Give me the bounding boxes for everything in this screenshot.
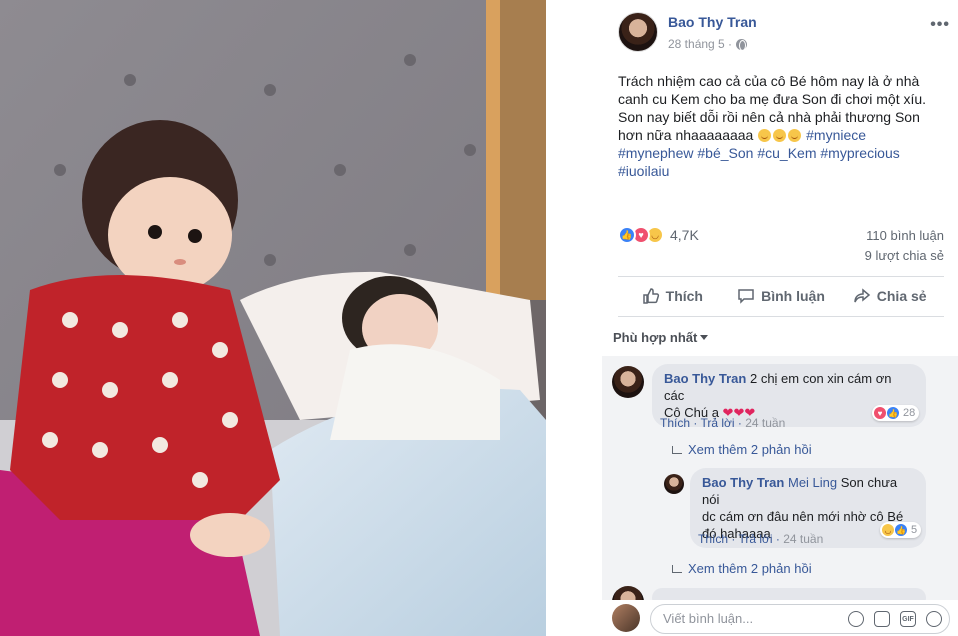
- comment-sort-dropdown[interactable]: Phù hợp nhất: [613, 330, 709, 345]
- more-icon[interactable]: •••: [930, 16, 950, 34]
- divider: [618, 316, 944, 317]
- comment-input-placeholder: Viết bình luận...: [663, 611, 754, 626]
- comments-section: Bao Thy Tran 2 chị em con xin cám ơn các…: [602, 356, 958, 618]
- like-button[interactable]: Thích: [618, 278, 727, 314]
- smile-emoji-icon: [758, 129, 772, 142]
- action-bar: Thích Bình luận Chia sẻ: [618, 278, 944, 314]
- post-text: Trách nhiệm cao cả của cô Bé hôm nay là …: [618, 72, 944, 180]
- comment-reaction-count: 5: [911, 524, 918, 536]
- sticker-icon[interactable]: [926, 611, 942, 627]
- comment-actions: Thích · Trả lời · 24 tuần: [698, 532, 824, 546]
- sort-label: Phù hợp nhất: [613, 330, 698, 345]
- comment-reply-link[interactable]: Trả lời: [738, 532, 772, 546]
- post-date[interactable]: 28 tháng 5 ·: [668, 37, 732, 51]
- more-replies-label: Xem thêm 2 phản hồi: [688, 561, 812, 576]
- divider: [618, 276, 944, 277]
- view-more-replies[interactable]: Xem thêm 2 phản hồi: [672, 561, 812, 576]
- reaction-summary[interactable]: 👍 ♥ ◡ 4,7K: [618, 226, 699, 244]
- post-sidebar: Bao Thy Tran 28 tháng 5 · ••• Trách nhiệ…: [602, 0, 958, 636]
- share-button[interactable]: Chia sẻ: [835, 278, 944, 314]
- smile-emoji-icon: [788, 129, 802, 142]
- post-text-line: canh cu Kem cho ba mẹ đưa Son đi chơi mộ…: [618, 91, 927, 107]
- comment-reply-link[interactable]: Trả lời: [700, 416, 734, 430]
- reply-arrow-icon: [672, 564, 682, 573]
- author-name[interactable]: Bao Thy Tran: [668, 14, 757, 30]
- smile-emoji-icon: [773, 129, 787, 142]
- commenter-avatar[interactable]: [612, 366, 644, 398]
- hashtag-link[interactable]: #iuoilaiu: [618, 163, 669, 179]
- post-text-line: Trách nhiệm cao cả của cô Bé hôm nay là …: [618, 73, 920, 89]
- viewer-avatar: [612, 604, 640, 632]
- post-text-line: hơn nữa nhaaaaaaaa: [618, 127, 754, 143]
- post-text-line: Son nay biết dỗi rồi nên cả nhà phải thư…: [618, 109, 920, 125]
- like-reaction-icon: 👍: [886, 406, 900, 420]
- comment-label: Bình luận: [761, 288, 825, 304]
- haha-reaction-icon: ◡: [881, 523, 895, 537]
- comment-time[interactable]: 24 tuần: [783, 532, 823, 546]
- hashtag-link[interactable]: #cu_Kem: [757, 145, 816, 161]
- comment-author[interactable]: Bao Thy Tran: [702, 475, 784, 490]
- comment-time[interactable]: 24 tuần: [745, 416, 785, 430]
- reply-arrow-icon: [672, 445, 682, 454]
- globe-icon: [736, 38, 748, 51]
- like-icon: [642, 288, 659, 304]
- reaction-count: 4,7K: [670, 227, 699, 243]
- comment-text: dc cám ơn đâu nên mới nhờ cô Bé: [702, 509, 904, 524]
- author-avatar[interactable]: [618, 12, 658, 52]
- hashtag-link[interactable]: #bé_Son: [697, 145, 753, 161]
- comment-reaction-count: 28: [903, 407, 916, 419]
- emoji-icon[interactable]: [848, 611, 864, 627]
- like-label: Thích: [665, 288, 703, 304]
- photo-image: [0, 0, 546, 636]
- share-label: Chia sẻ: [876, 288, 927, 304]
- post-meta: 28 tháng 5 ·: [668, 37, 748, 51]
- comment-reactions[interactable]: ♥ 👍 28: [872, 405, 920, 421]
- comment-reactions[interactable]: ◡ 👍 5: [880, 522, 922, 538]
- caret-down-icon: [700, 335, 709, 340]
- hashtag-link[interactable]: #myprecious: [820, 145, 899, 161]
- post-photo[interactable]: [0, 0, 546, 636]
- post-header: Bao Thy Tran 28 tháng 5 · •••: [618, 12, 950, 56]
- camera-icon[interactable]: [874, 611, 890, 627]
- love-reaction-icon: ♥: [873, 406, 887, 420]
- comment-author[interactable]: Bao Thy Tran: [664, 371, 746, 386]
- comment-mention[interactable]: Mei Ling: [788, 475, 837, 490]
- more-replies-label: Xem thêm 2 phản hồi: [688, 442, 812, 457]
- comment-tools: GIF: [848, 611, 942, 627]
- comment-actions: Thích · Trả lời · 24 tuần: [660, 416, 786, 430]
- comment-like-link[interactable]: Thích: [660, 416, 690, 430]
- share-count[interactable]: 9 lượt chia sẻ: [865, 248, 944, 263]
- commenter-avatar[interactable]: [664, 474, 684, 494]
- comment-count[interactable]: 110 bình luận: [866, 228, 944, 243]
- comment-icon: [738, 289, 754, 304]
- comment-button[interactable]: Bình luận: [727, 278, 836, 314]
- hashtag-link[interactable]: #myniece: [806, 127, 866, 143]
- like-reaction-icon: 👍: [618, 226, 636, 244]
- comment-like-link[interactable]: Thích: [698, 532, 728, 546]
- view-more-replies[interactable]: Xem thêm 2 phản hồi: [672, 442, 812, 457]
- write-comment-row: Viết bình luận... GIF: [602, 600, 958, 636]
- hashtag-link[interactable]: #mynephew: [618, 145, 694, 161]
- share-icon: [854, 288, 870, 303]
- like-reaction-icon: 👍: [894, 523, 908, 537]
- gif-icon[interactable]: GIF: [900, 611, 916, 627]
